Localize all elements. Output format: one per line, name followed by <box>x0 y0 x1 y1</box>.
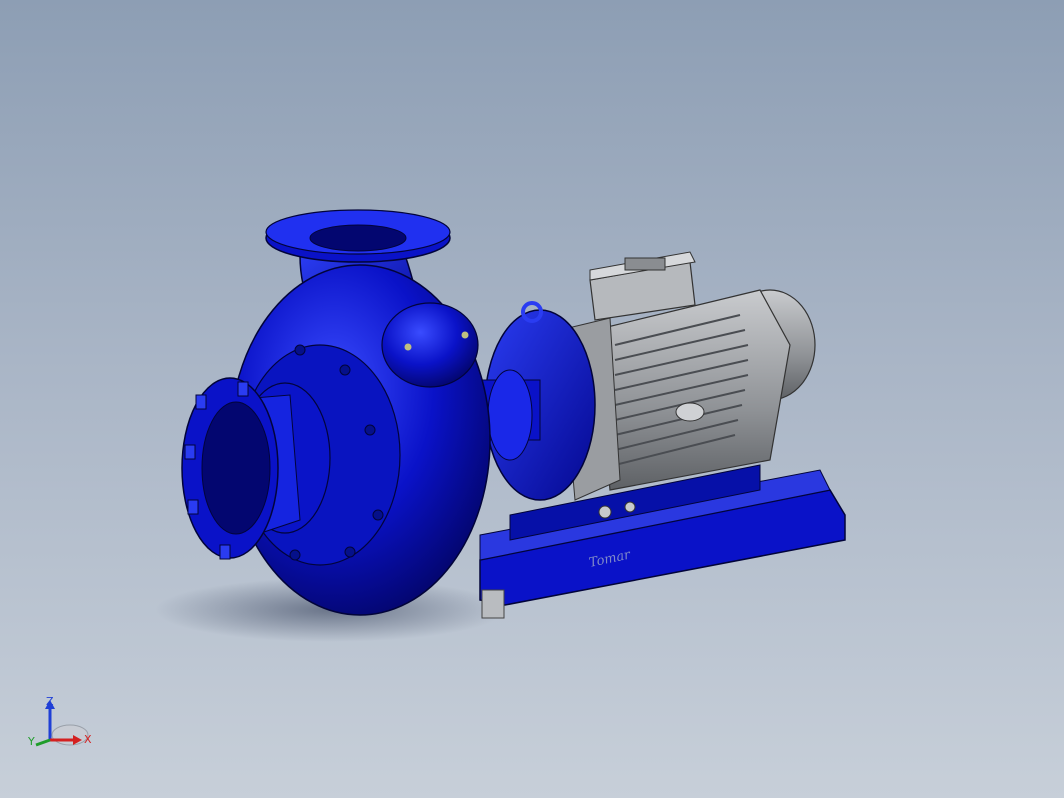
z-axis-label: Z <box>46 695 54 708</box>
graphics-viewport[interactable]: Tomar Z X Y <box>0 0 1064 798</box>
y-axis-label: Y <box>27 735 35 748</box>
y-axis <box>35 738 51 747</box>
pump-model[interactable]: Tomar <box>0 0 1064 798</box>
orientation-triad: Z X Y <box>27 695 92 748</box>
x-axis-label: X <box>84 733 92 746</box>
motor <box>559 251 816 501</box>
